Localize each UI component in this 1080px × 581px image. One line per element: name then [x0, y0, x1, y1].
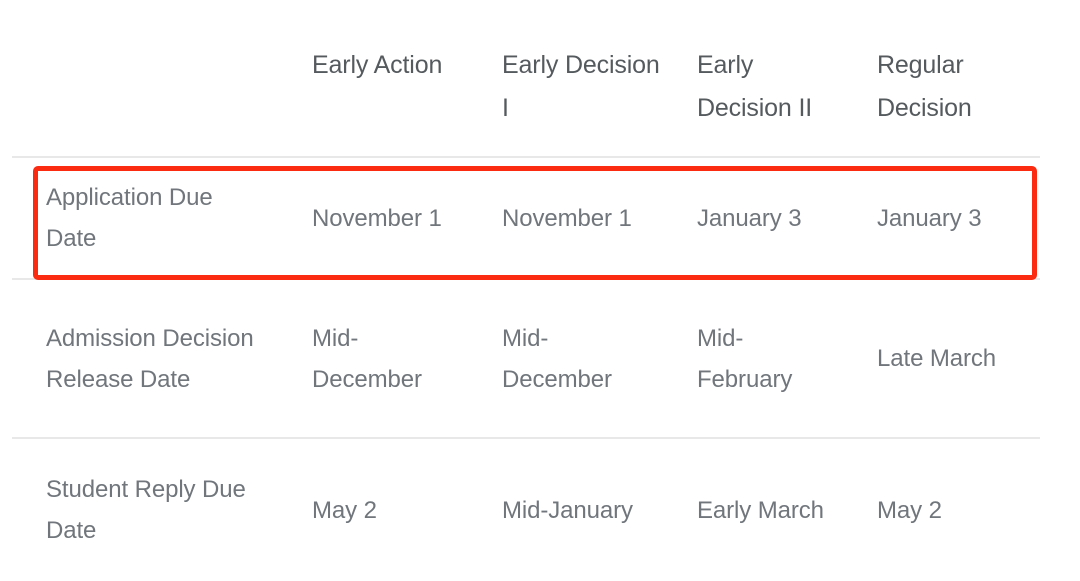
- cell-student-reply-regular-decision: May 2: [843, 437, 1040, 581]
- cell-decision-release-early-action: Mid-December: [278, 278, 468, 438]
- row-label-admission-decision-release-date: Admission Decision Release Date: [12, 278, 278, 438]
- cell-application-due-regular-decision: January 3: [843, 156, 1040, 279]
- table-row: Student Reply Due Date May 2 Mid-January…: [12, 437, 1040, 581]
- header-row: Early Action Early Decision I Early Deci…: [12, 44, 1040, 157]
- cell-student-reply-early-decision-1: Mid-January: [468, 437, 663, 581]
- table-row: Admission Decision Release Date Mid-Dece…: [12, 278, 1040, 438]
- table-header: Early Action Early Decision I Early Deci…: [12, 44, 1040, 157]
- table-row: Application Due Date November 1 November…: [12, 156, 1040, 279]
- column-header-regular-decision: Regular Decision: [877, 51, 972, 122]
- cell-decision-release-early-decision-2: Mid-February: [663, 278, 843, 438]
- column-header-early-decision-1: Early Decision I: [502, 51, 660, 122]
- column-header-early-action: Early Action: [312, 51, 443, 79]
- cell-application-due-early-decision-1: November 1: [468, 156, 663, 279]
- table-body: Application Due Date November 1 November…: [12, 156, 1040, 581]
- cell-application-due-early-action: November 1: [278, 156, 468, 279]
- cell-student-reply-early-action: May 2: [278, 437, 468, 581]
- admission-deadlines-table: Early Action Early Decision I Early Deci…: [12, 44, 1040, 581]
- row-label-application-due-date: Application Due Date: [12, 156, 278, 279]
- header-corner-cell: [12, 44, 278, 157]
- cell-student-reply-early-decision-2: Early March: [663, 437, 843, 581]
- row-label-student-reply-due-date: Student Reply Due Date: [12, 437, 278, 581]
- cell-application-due-early-decision-2: January 3: [663, 156, 843, 279]
- column-header-early-decision-2: Early Decision II: [697, 51, 813, 122]
- cell-decision-release-early-decision-1: Mid-December: [468, 278, 663, 438]
- deadlines-table-container: Early Action Early Decision I Early Deci…: [0, 0, 1080, 581]
- cell-decision-release-regular-decision: Late March: [843, 278, 1040, 438]
